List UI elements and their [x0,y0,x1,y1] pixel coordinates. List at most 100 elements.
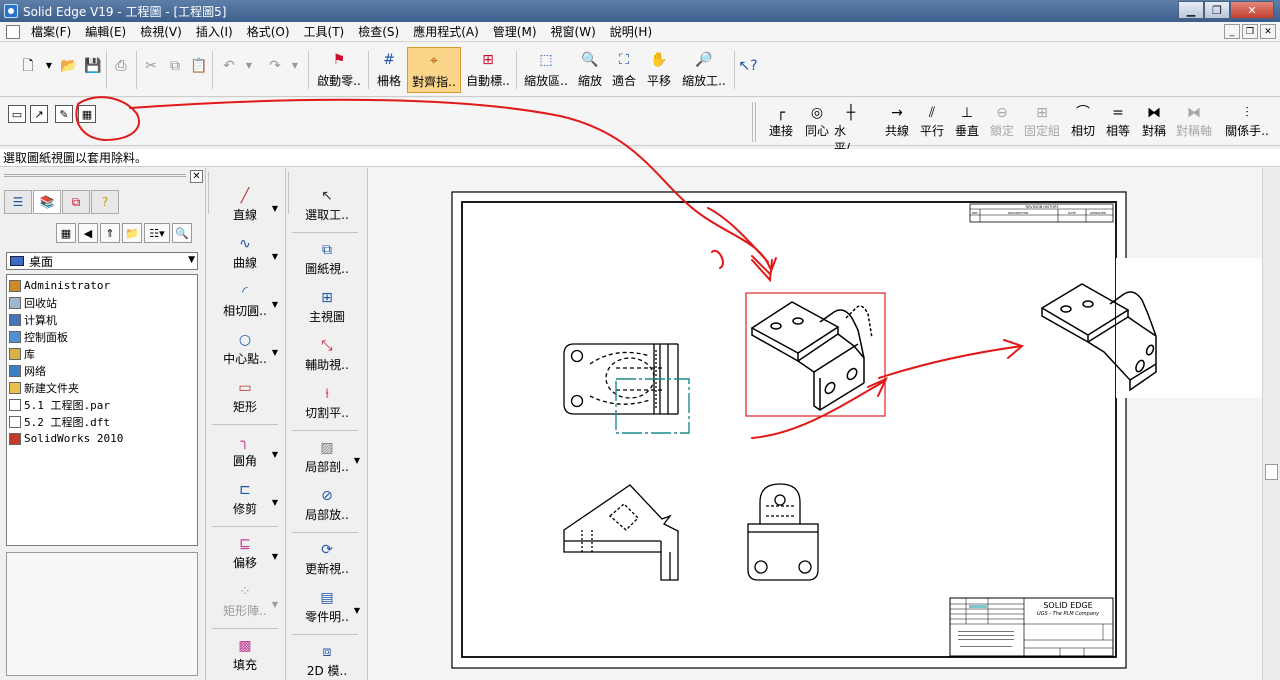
relation-7-button[interactable]: ⊖ 鎖定 [985,104,1019,142]
relation-13-button[interactable]: ⫶ 關係手.. [1225,104,1269,142]
list-item[interactable]: 5.2 工程图.dft [7,413,197,430]
drawing-view-tool[interactable]: ⧉ 圖紙視.. [292,240,362,284]
redo-dropdown[interactable]: ▼ [288,47,302,93]
layers-tab[interactable]: ☰ [4,190,32,214]
relation-1-button[interactable]: ┌ 連接 [764,104,798,142]
relation-6-button[interactable]: ⊥ 垂直 [950,104,984,142]
help-tab[interactable]: ? [91,190,119,214]
zoom-button[interactable]: 🔍 縮放 [574,47,606,93]
model-2d-tool[interactable]: ⧈ 2D 模.. [292,642,362,680]
fillet-tool[interactable]: ╮ 圓角 ▼ [210,432,280,476]
relation-11-button[interactable]: ⧓ 對稱 [1137,104,1171,142]
doc-restore-button[interactable]: ❐ [1242,24,1258,39]
whats-this-button[interactable]: ↖? [738,47,758,93]
list-item[interactable]: 控制面板 [7,328,197,345]
undo-dropdown[interactable]: ▼ [242,47,256,93]
menu-view[interactable]: 檢視(V) [133,22,189,42]
offset-tool[interactable]: ⊑ 偏移 ▼ [210,534,280,578]
detail-view-tool[interactable]: ⊘ 局部放.. [292,486,362,530]
view-mode-button[interactable]: ▦ [56,223,76,243]
menu-applications[interactable]: 應用程式(A) [406,22,486,42]
menu-format[interactable]: 格式(O) [240,22,297,42]
restore-button[interactable]: ❐ [1204,1,1230,19]
menu-window[interactable]: 視窗(W) [544,22,603,42]
trim-tool[interactable]: ⊏ 修剪 ▼ [210,480,280,524]
relation-2-button[interactable]: ◎ 同心 [800,104,834,142]
list-item[interactable]: 5.1 工程图.par [7,396,197,413]
redo-button[interactable]: ↷ [264,47,286,93]
list-item[interactable]: 计算机 [7,311,197,328]
new-button[interactable]: 🗋 [16,47,40,93]
library-tab[interactable]: 📚 [33,190,61,214]
auxiliary-view-tool[interactable]: ⤡ 輔助視.. [292,336,362,380]
menu-tools[interactable]: 工具(T) [297,22,352,42]
cutout-view-button[interactable]: ▦ [78,105,96,123]
open-button[interactable]: 📂 [58,47,80,93]
list-item[interactable]: 新建文件夹 [7,379,197,396]
save-button[interactable]: 💾 [82,47,104,93]
views-dropdown[interactable]: ☷▾ [144,223,170,243]
sketch-tab-button[interactable]: ↗ [30,105,48,123]
up-folder-button[interactable]: ⇑ [100,223,120,243]
print-button[interactable]: ⎙ [110,47,132,93]
menu-file[interactable]: 檔案(F) [24,22,78,42]
file-list[interactable]: Administrator 回收站 计算机 控制面板库网络 新建文件夹 5.1 工程图.p… [6,274,198,546]
relation-5-button[interactable]: ⫽ 平行 [915,104,949,142]
minimize-button[interactable]: ▁ [1178,1,1204,19]
rectangle-tool[interactable]: ▭ 矩形 [210,378,280,422]
curve-tool[interactable]: ∿ 曲線 ▼ [210,234,280,278]
document-icon[interactable] [6,24,20,39]
doc-minimize-button[interactable]: _ [1224,24,1240,39]
annotation-tab-button[interactable]: ✎ [55,105,73,123]
location-select[interactable]: 桌面 ▼ [6,252,198,270]
list-item[interactable]: 库 [7,345,197,362]
relation-8-button[interactable]: ⊞ 固定組 [1020,104,1064,142]
zoom-area-button[interactable]: ⬚ 縮放區.. [520,47,572,93]
menu-edit[interactable]: 編輯(E) [78,22,133,42]
undo-button[interactable]: ↶ [218,47,240,93]
update-views-tool[interactable]: ⟳ 更新視.. [292,540,362,584]
paste-button[interactable]: 📋 [188,47,210,93]
broken-out-tool[interactable]: ▨ 局部剖.. ▼ [292,438,362,482]
fill-tool[interactable]: ▩ 填充 [210,636,280,680]
panel-close-button[interactable]: ✕ [190,170,203,183]
find-button[interactable]: 🔍 [172,223,192,243]
select-tool[interactable]: ↖ 選取工.. [292,186,362,230]
relation-3-button[interactable]: ┼ 水平/.. [834,104,868,155]
relation-12-button[interactable]: ⧓ 對稱軸 [1172,104,1216,142]
menu-inspect[interactable]: 檢查(S) [351,22,406,42]
copy-button[interactable]: ⧉ [164,47,186,93]
drawing-canvas[interactable]: REVISION HISTORY REV DESCRIPTION DATE AP… [368,168,1262,680]
relation-9-button[interactable]: ⌒ 相切 [1066,104,1100,142]
relation-4-button[interactable]: → 共線 [880,104,914,142]
list-item[interactable]: Administrator [7,277,197,294]
center-point-tool[interactable]: ○ 中心點.. ▼ [210,330,280,374]
section-plane-tool[interactable]: ⫮ 切割平.. [292,384,362,428]
new-dropdown[interactable]: ▼ [42,47,56,93]
align-indicator-button[interactable]: ⌖ 對齊指.. [407,47,461,93]
zoom-tool-button[interactable]: 🔎 縮放工.. [678,47,730,93]
menu-manage[interactable]: 管理(M) [486,22,544,42]
groups-tab[interactable]: ⧉ [62,190,90,214]
auto-label-button[interactable]: ⊞ 自動標.. [463,47,513,93]
menu-insert[interactable]: 插入(I) [189,22,240,42]
doc-close-button[interactable]: ✕ [1260,24,1276,39]
close-button[interactable]: ✕ [1230,1,1274,19]
solid-edge-app-icon[interactable] [4,4,18,18]
start-command-button[interactable]: ⚑ 啟動零.. [312,47,366,93]
relation-10-button[interactable]: = 相等 [1101,104,1135,142]
grid-button[interactable]: # 柵格 [372,47,406,93]
list-item[interactable]: 网络 [7,362,197,379]
scroll-thumb[interactable] [1265,464,1278,480]
cut-button[interactable]: ✂ [140,47,162,93]
new-folder-button[interactable]: 📁 [122,223,142,243]
sheet-view-tab-button[interactable]: ▭ [8,105,26,123]
menu-help[interactable]: 說明(H) [603,22,659,42]
list-item[interactable]: SolidWorks 2010 [7,430,197,447]
fit-button[interactable]: ⛶ 適合 [608,47,640,93]
parts-list-tool[interactable]: ▤ 零件明.. ▼ [292,588,362,632]
back-button[interactable]: ◀ [78,223,98,243]
rectangular-array-tool[interactable]: ⁘ 矩形陣.. ▼ [210,582,280,626]
pan-button[interactable]: ✋ 平移 [642,47,676,93]
principal-view-tool[interactable]: ⊞ 主視圖 [292,288,362,332]
